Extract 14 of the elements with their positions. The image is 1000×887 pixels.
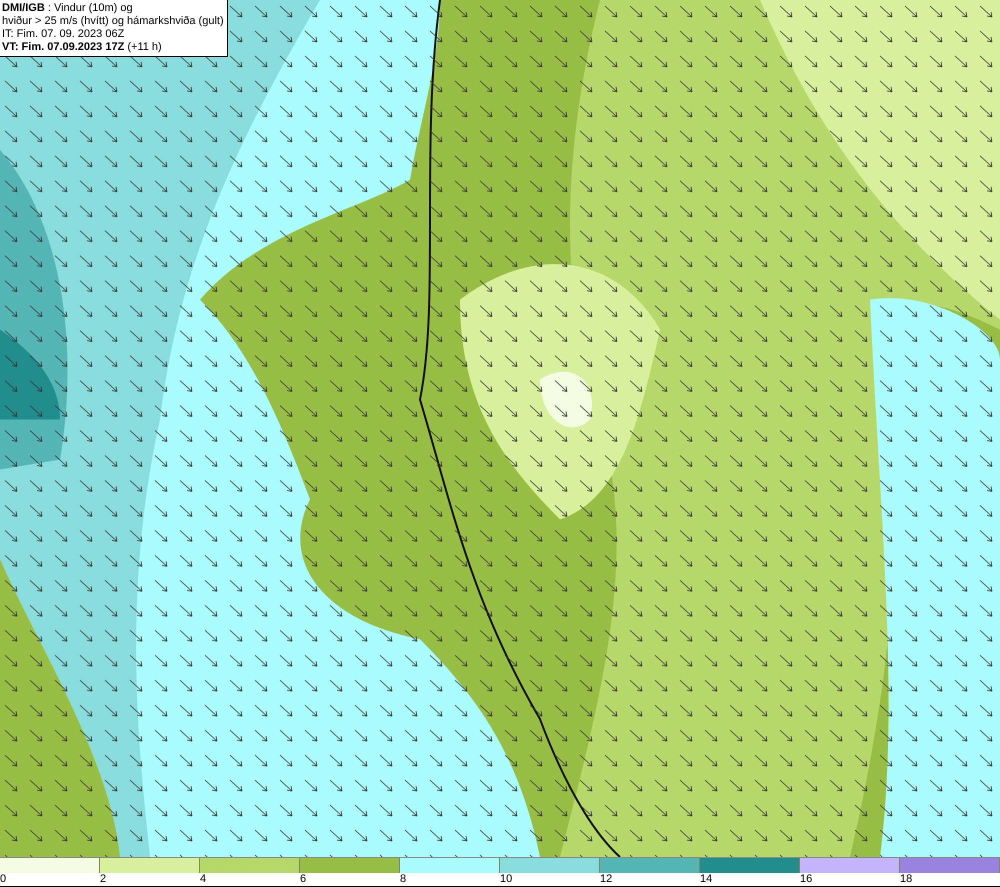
legend-label: 16 — [800, 873, 812, 886]
legend-label: 18 — [900, 873, 912, 886]
legend-label: 12 — [600, 873, 612, 886]
header-text: hviður > 25 m/s (hvítt) og hámarkshviða (gult) — [2, 15, 224, 28]
legend-label: 6 — [300, 873, 306, 886]
header-text: DMI/IGB : Vindur (10m) og — [2, 2, 134, 15]
legend-label: 10 — [500, 873, 512, 886]
legend-label: 8 — [400, 873, 406, 886]
legend-label: 2 — [100, 873, 106, 886]
legend-label: 0 — [0, 873, 6, 886]
header-text: VT: Fim. 07.09.2023 17Z (+11 h) — [2, 41, 163, 54]
legend-label: 4 — [200, 873, 206, 886]
legend-label: 14 — [700, 873, 712, 886]
header-text: IT: Fim. 07. 09. 2023 06Z — [2, 28, 126, 41]
